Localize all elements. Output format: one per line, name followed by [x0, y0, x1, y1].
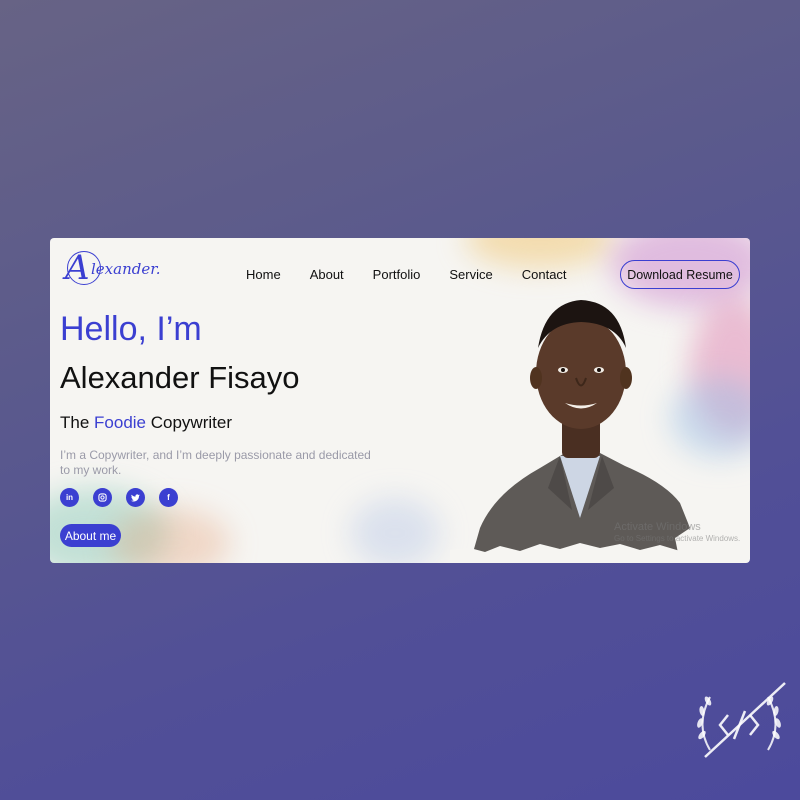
- role-highlight: Foodie: [94, 413, 147, 432]
- role-prefix: The: [60, 413, 90, 432]
- social-links: in f: [60, 488, 192, 507]
- paint-splash: [465, 238, 615, 268]
- os-activation-watermark: Activate Windows Go to Settings to activ…: [614, 521, 740, 543]
- logo-initial: A: [65, 248, 90, 288]
- paint-splash: [350, 498, 440, 563]
- nav-portfolio[interactable]: Portfolio: [373, 267, 421, 282]
- watermark-line1: Activate Windows: [614, 521, 701, 533]
- about-me-button[interactable]: About me: [60, 524, 121, 547]
- instagram-icon[interactable]: [93, 488, 112, 507]
- twitter-icon[interactable]: [126, 488, 145, 507]
- laurel-badge-icon: [697, 682, 786, 758]
- linkedin-icon[interactable]: in: [60, 488, 79, 507]
- watermark-line2: Go to Settings to activate Windows.: [614, 534, 741, 543]
- hero-card: A lexander. Home About Portfolio Service…: [50, 238, 750, 563]
- site-logo[interactable]: A lexander.: [65, 248, 165, 293]
- nav-about[interactable]: About: [310, 267, 344, 282]
- instagram-glyph: [98, 493, 107, 502]
- logo-text: lexander.: [91, 260, 161, 278]
- name-heading: Alexander Fisayo: [60, 360, 300, 395]
- role-suffix: Copywriter: [150, 413, 232, 432]
- twitter-glyph: [131, 493, 140, 502]
- role-tagline: The Foodie Copywriter: [60, 413, 232, 433]
- facebook-icon[interactable]: f: [159, 488, 178, 507]
- greeting-heading: Hello, I’m: [60, 310, 202, 348]
- nav-home[interactable]: Home: [246, 267, 281, 282]
- intro-description: I’m a Copywriter, and I’m deeply passion…: [60, 448, 371, 477]
